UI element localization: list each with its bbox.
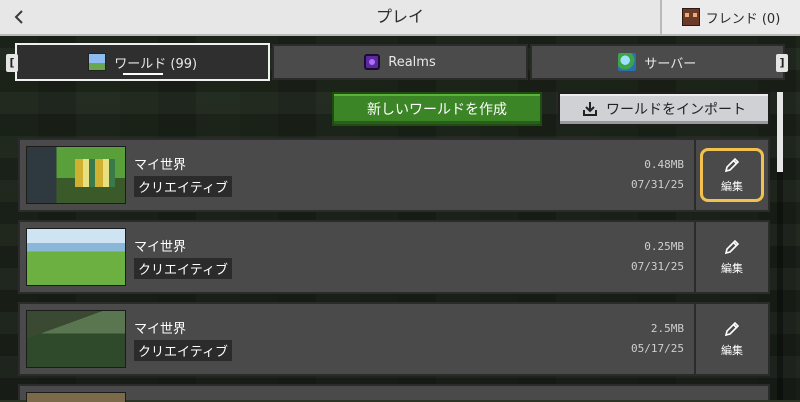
world-size: 2.5MB <box>650 322 684 335</box>
world-row[interactable] <box>18 384 770 402</box>
friends-button[interactable]: フレンド (0) <box>660 0 800 34</box>
import-icon <box>583 102 597 116</box>
edit-label: 編集 <box>721 262 743 275</box>
world-date: 05/17/25 <box>631 342 684 355</box>
friends-label: フレンド (0) <box>705 11 781 27</box>
world-row[interactable]: マイ世界 クリエイティブ 0.25MB 07/31/25 編集 <box>18 220 770 294</box>
world-mode-badge: クリエイティブ <box>134 340 232 361</box>
world-mode-badge: クリエイティブ <box>134 258 232 279</box>
world-date: 07/31/25 <box>631 178 684 191</box>
tab-servers-label: サーバー <box>644 56 697 72</box>
create-world-button[interactable]: 新しいワールドを作成 <box>332 92 542 126</box>
edit-label: 編集 <box>721 180 743 193</box>
pencil-icon <box>724 239 740 255</box>
pencil-icon <box>724 157 740 173</box>
tab-servers[interactable]: サーバー <box>529 44 785 80</box>
edit-label: 編集 <box>721 344 743 357</box>
friends-icon <box>681 8 700 26</box>
top-bar: プレイ フレンド (0) <box>0 0 800 36</box>
world-row[interactable]: マイ世界 クリエイティブ 0.48MB 07/31/25 編集 <box>18 138 770 212</box>
import-world-button[interactable]: ワールドをインポート <box>558 92 770 126</box>
world-thumbnail <box>26 146 126 204</box>
server-icon <box>618 53 637 71</box>
world-name: マイ世界 <box>134 158 187 173</box>
pencil-icon <box>724 321 740 337</box>
tab-worlds[interactable]: ワールド (99) <box>15 43 271 81</box>
import-world-label: ワールドをインポート <box>606 102 746 118</box>
world-icon <box>88 53 107 71</box>
edit-world-button[interactable]: 編集 <box>694 304 768 374</box>
edit-world-button[interactable]: 編集 <box>694 140 768 210</box>
tab-bar: ワールド (99) Realms サーバー <box>14 43 786 82</box>
world-thumbnail <box>26 228 126 286</box>
tab-worlds-label: ワールド (99) <box>114 53 197 72</box>
world-row[interactable]: マイ世界 クリエイティブ 2.5MB 05/17/25 編集 <box>18 302 770 376</box>
world-mode-badge: クリエイティブ <box>134 176 232 197</box>
world-size: 0.48MB <box>644 158 684 171</box>
world-name: マイ世界 <box>134 322 187 337</box>
tab-realms[interactable]: Realms <box>272 44 528 80</box>
tab-realms-label: Realms <box>388 54 436 70</box>
world-name: マイ世界 <box>134 240 187 255</box>
tab-right-key-hint: ] <box>776 54 788 72</box>
create-world-label: 新しいワールドを作成 <box>367 102 507 118</box>
edit-world-button[interactable]: 編集 <box>694 222 768 292</box>
tab-left-key-hint: [ <box>6 54 18 72</box>
scrollbar-thumb[interactable] <box>777 92 783 172</box>
world-thumbnail <box>26 392 126 402</box>
world-date: 07/31/25 <box>631 260 684 273</box>
world-thumbnail <box>26 310 126 368</box>
realms-icon <box>364 54 381 70</box>
world-size: 0.25MB <box>644 240 684 253</box>
